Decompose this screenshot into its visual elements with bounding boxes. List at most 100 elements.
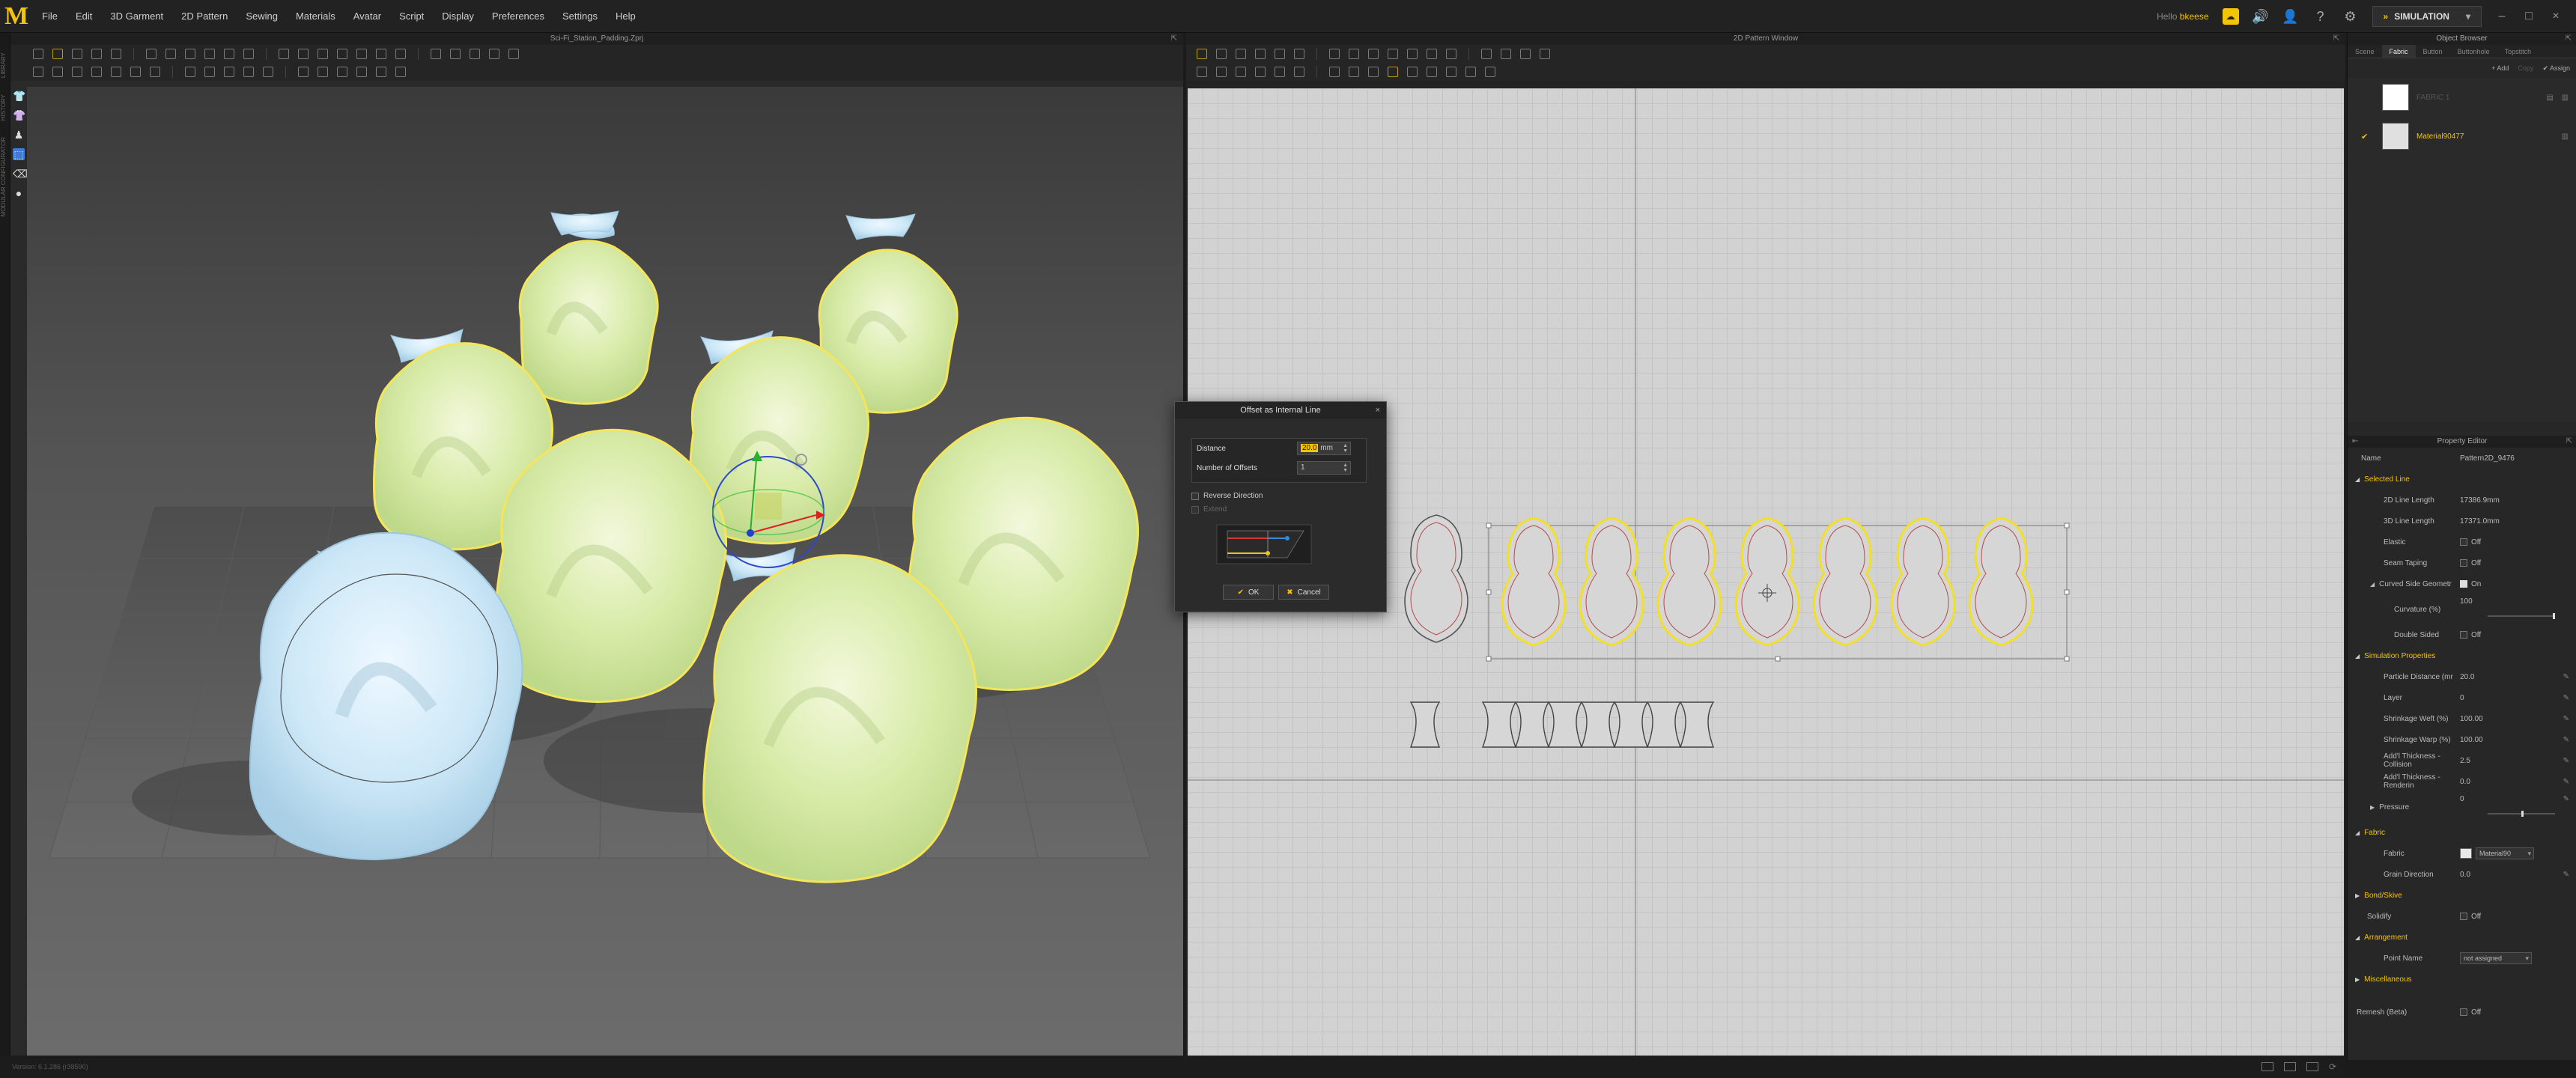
internal-polygon-icon[interactable] [1388, 49, 1398, 59]
hanger-icon[interactable] [72, 67, 82, 77]
pressure-slider[interactable] [2488, 811, 2555, 817]
pattern-selected-2[interactable] [1579, 517, 1644, 647]
checkbox-box[interactable] [1191, 492, 1199, 500]
pattern-selected-4[interactable] [1734, 517, 1800, 647]
topstitch-icon[interactable] [318, 49, 328, 59]
edit-icon[interactable]: ✎ [2563, 778, 2569, 786]
assign-button[interactable]: ✔ Assign [2542, 64, 2570, 73]
tab-buttonhole[interactable]: Buttonhole [2450, 45, 2497, 58]
section-arrangement[interactable]: ◢ Arrangement [2348, 927, 2576, 948]
box-select-icon[interactable] [72, 49, 82, 59]
menu-display[interactable]: Display [433, 0, 483, 33]
prop-value[interactable]: 100 [2460, 594, 2550, 606]
trace-icon[interactable] [1197, 67, 1207, 77]
expand-icon[interactable]: ⇱ [2566, 33, 2572, 45]
zipper-2d-icon[interactable] [1446, 67, 1456, 77]
layout-single-icon[interactable] [2261, 1062, 2273, 1071]
sew-free-icon[interactable] [1501, 49, 1511, 59]
strain-map-icon[interactable] [150, 67, 160, 77]
elastic-checkbox[interactable] [2460, 538, 2467, 546]
grid-icon[interactable] [376, 67, 386, 77]
sew-segment-icon[interactable] [1481, 49, 1492, 59]
garment-alt-icon[interactable]: 👚 [13, 109, 25, 121]
fabric-dropdown[interactable]: Material90 ▾ [2476, 847, 2534, 859]
dart-icon[interactable] [1446, 49, 1456, 59]
spinner-icon[interactable]: ▲ ▼ [1343, 463, 1348, 473]
shading-tool-icon[interactable] [508, 49, 519, 59]
expand-icon[interactable]: ⇱ [1171, 33, 1177, 45]
show-avatar-icon[interactable] [204, 67, 215, 77]
menu-edit[interactable]: Edit [67, 0, 101, 33]
tack-tool-icon[interactable] [185, 49, 195, 59]
edit-icon[interactable]: ✎ [2563, 795, 2569, 803]
pattern-selected-1[interactable] [1501, 517, 1567, 647]
sidebar-tab-modular[interactable]: MODULAR CONFIGURATOR [0, 133, 7, 221]
delete-icon[interactable]: ▥ [2562, 94, 2569, 102]
reverse-direction-checkbox[interactable]: Reverse Direction [1191, 492, 1263, 500]
stress-map-icon[interactable] [130, 67, 141, 77]
simulation-button[interactable]: » SIMULATION ▾ [2372, 6, 2482, 27]
free-sew-icon[interactable] [243, 49, 254, 59]
pattern-selected-7[interactable] [1968, 517, 2034, 647]
prop-value[interactable]: 0 [2460, 694, 2550, 702]
prop-value[interactable]: 0.0 [2460, 871, 2550, 879]
tab-topstitch[interactable]: Topstitch [2497, 45, 2539, 58]
layout-grid-icon[interactable] [2306, 1062, 2318, 1071]
avatar-measure-icon[interactable] [33, 67, 43, 77]
menu-preferences[interactable]: Preferences [483, 0, 553, 33]
seam-taping-checkbox[interactable] [2460, 559, 2467, 567]
spinner-icon[interactable]: ▲ ▼ [1343, 443, 1348, 454]
edit-icon[interactable]: ✎ [2563, 736, 2569, 744]
fold-arrangement-icon[interactable] [1294, 67, 1304, 77]
expand-icon[interactable]: ⇱ [2566, 436, 2572, 448]
sidebar-tab-library[interactable]: LIBRARY [0, 48, 7, 82]
measure-2d-icon[interactable] [1485, 67, 1495, 77]
prop-value[interactable]: 100.00 [2460, 715, 2550, 723]
expand-triangle-icon[interactable]: ◢ [2370, 581, 2375, 588]
cancel-button[interactable]: ✖ Cancel [1278, 585, 1329, 600]
eraser-icon[interactable]: ⌫ [13, 168, 28, 180]
prop-value[interactable]: Pattern2D_9476 [2460, 454, 2550, 463]
fold-tool-icon[interactable] [91, 49, 102, 59]
menu-script[interactable]: Script [390, 0, 433, 33]
internal-circle-icon[interactable] [1427, 49, 1437, 59]
edit-icon[interactable]: ✎ [2563, 871, 2569, 879]
menu-2d-pattern[interactable]: 2D Pattern [172, 0, 237, 33]
offsets-input[interactable]: 1 ▲ ▼ [1297, 461, 1351, 475]
zipper-icon[interactable] [376, 49, 386, 59]
copy-icon[interactable]: ▤ [2547, 94, 2554, 102]
piping-icon[interactable] [1465, 67, 1476, 77]
menu-avatar[interactable]: Avatar [344, 0, 390, 33]
edit-icon[interactable]: ✎ [2563, 757, 2569, 765]
print-tool-icon[interactable] [489, 49, 499, 59]
fold-pleat-icon[interactable] [1255, 67, 1266, 77]
edit-curve-point-icon[interactable] [1255, 49, 1266, 59]
garment-icon[interactable]: 👕 [13, 90, 25, 102]
3d-viewport[interactable] [27, 87, 1183, 1056]
arrangement-point-icon[interactable] [52, 67, 63, 77]
collapse-icon[interactable]: ⇤ [2352, 436, 2358, 448]
cut-curve-icon[interactable] [1294, 49, 1304, 59]
graphic-2d-icon[interactable] [1349, 67, 1359, 77]
pattern-display-icon[interactable]: ⬚ [13, 148, 25, 160]
pin-box-icon[interactable] [165, 49, 176, 59]
slash-spread-icon[interactable] [1275, 67, 1285, 77]
point-name-dropdown[interactable]: not assigned ▾ [2460, 952, 2532, 964]
lighting-icon[interactable] [356, 67, 367, 77]
sew-edit-icon[interactable] [1520, 49, 1531, 59]
menu-file[interactable]: File [33, 0, 67, 33]
expand-triangle-icon[interactable]: ▶ [2370, 804, 2375, 811]
3d-scene[interactable] [27, 87, 1183, 1056]
close-icon[interactable]: × [2549, 10, 2563, 23]
avatar-icon[interactable]: ♟ [13, 129, 25, 141]
mesh-view-icon[interactable] [318, 67, 328, 77]
measure-icon[interactable] [279, 49, 289, 59]
remesh-checkbox[interactable] [2460, 1008, 2467, 1016]
show-pins-icon[interactable] [224, 67, 234, 77]
circle-icon[interactable] [1368, 49, 1379, 59]
sidebar-tab-history[interactable]: HISTORY [0, 90, 7, 125]
tab-button[interactable]: Button [2416, 45, 2450, 58]
move-tool-icon[interactable] [52, 49, 63, 59]
add-point-icon[interactable] [1275, 49, 1285, 59]
pin-tool-icon[interactable] [146, 49, 157, 59]
